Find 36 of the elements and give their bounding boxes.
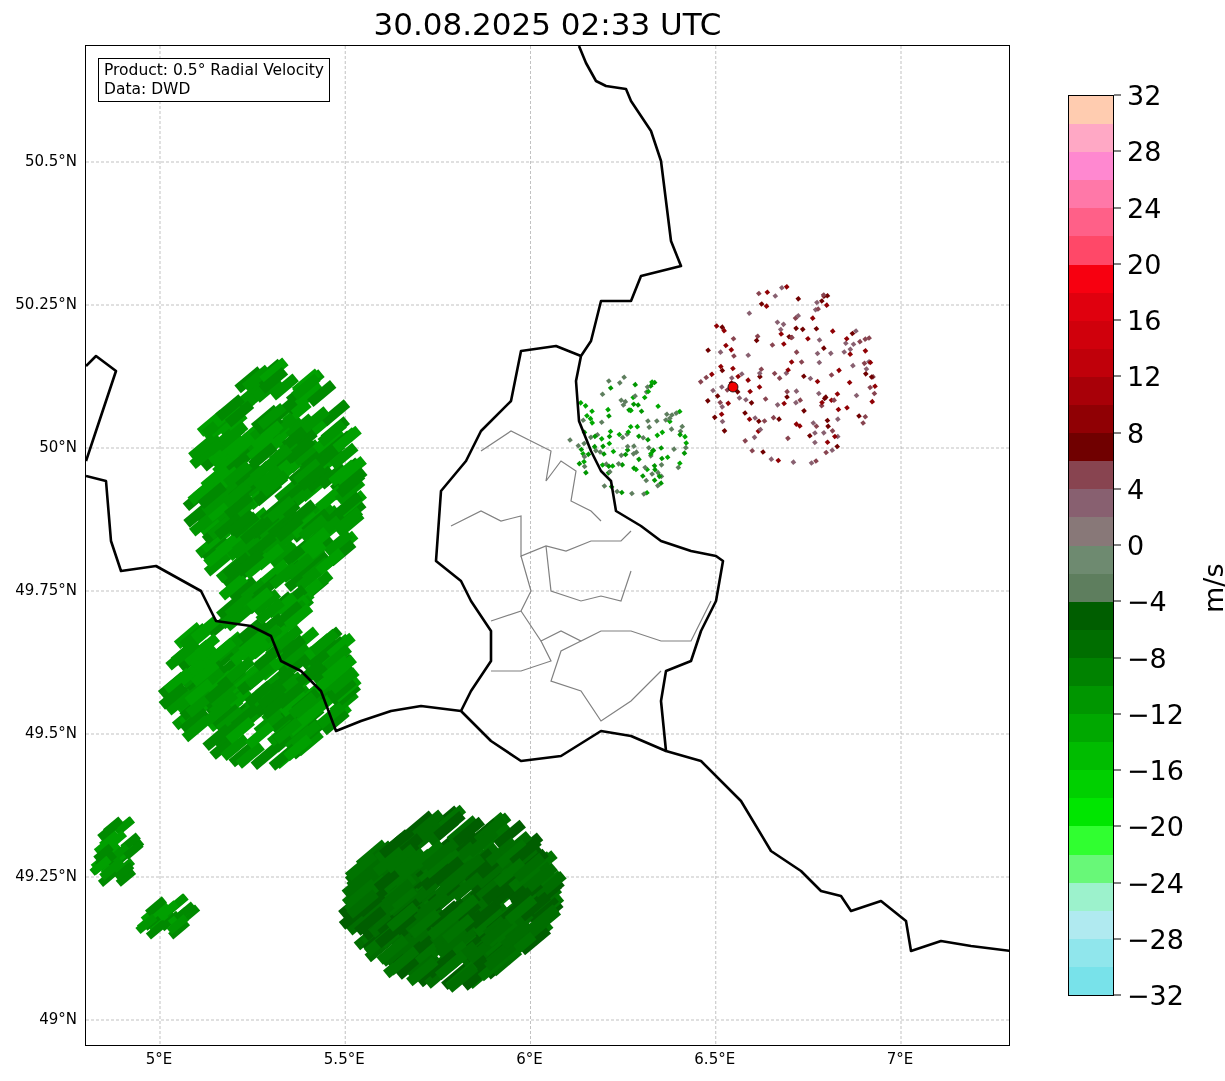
scale-tick-label: 16: [1114, 306, 1162, 334]
scale-tick-label: −28: [1114, 925, 1184, 953]
scale-tick-label: 24: [1114, 194, 1162, 221]
scale-tick-label: 4: [1114, 475, 1145, 503]
scale-tick-label: 0: [1114, 531, 1145, 559]
scale-tick-label: 20: [1114, 250, 1162, 278]
scale-tick-label: 28: [1114, 137, 1162, 165]
radar-echo: [89, 816, 145, 887]
scale-tick-label: −32: [1114, 981, 1184, 1009]
scale-tick-label: −16: [1114, 756, 1184, 784]
scale-tick-label: 8: [1114, 419, 1145, 446]
axis-label: m/s: [1197, 563, 1225, 614]
scale-tick-label: −20: [1114, 812, 1184, 840]
latitude-label: 49.75°N: [15, 582, 77, 598]
longitude-label: 5°E: [145, 1052, 173, 1067]
latitude-label: 50.25°N: [15, 296, 77, 312]
scale-tick-label: −12: [1114, 700, 1184, 728]
radar-echo: [135, 893, 201, 940]
scale-tick-label: −8: [1114, 644, 1167, 671]
longitude-label: 6.5°E: [694, 1052, 736, 1067]
scale-tick-label: 12: [1114, 362, 1162, 390]
scale-tick-label: 32: [1114, 81, 1162, 109]
latitude-label: 49.25°N: [15, 868, 77, 884]
scale-tick-label: −24: [1114, 869, 1184, 896]
latitude-label: 49°N: [39, 1011, 77, 1027]
latitude-label: 50.5°N: [24, 153, 77, 169]
latitude-label: 49.5°N: [24, 725, 77, 741]
longitude-label: 5.5°E: [323, 1052, 365, 1067]
chart-title: 30.08.2025 02:33 UTC: [373, 5, 722, 44]
longitude-label: 6°E: [516, 1052, 543, 1067]
latitude-label: 50°N: [39, 439, 77, 455]
scale-tick-label: −4: [1114, 587, 1167, 615]
info-text: Data: DWD: [104, 80, 192, 99]
radar-site-marker: [727, 381, 739, 393]
info-text: Product: 0.5° Radial Velocity: [104, 61, 324, 80]
longitude-label: 7°E: [886, 1052, 914, 1067]
